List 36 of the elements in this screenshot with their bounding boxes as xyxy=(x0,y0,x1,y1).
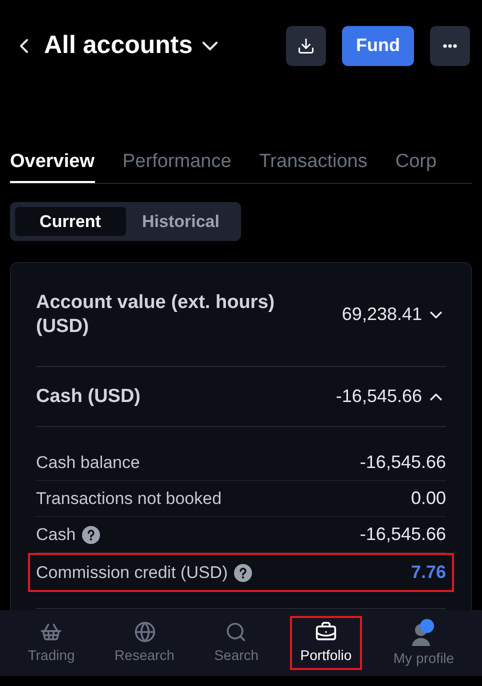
row-label: Cash balance xyxy=(36,452,140,474)
nav-item[interactable]: Search xyxy=(206,616,267,670)
fund-button[interactable]: Fund xyxy=(342,26,414,66)
more-icon xyxy=(443,44,457,48)
segment-tab[interactable]: Current xyxy=(15,207,126,236)
tab[interactable]: Corp xyxy=(395,148,437,183)
nav-item[interactable]: Portfolio xyxy=(290,616,362,670)
download-button[interactable] xyxy=(286,26,326,66)
nav-item[interactable]: Trading xyxy=(20,616,83,670)
summary-label: Cash (USD) xyxy=(36,384,142,408)
row-value: -16,545.66 xyxy=(360,451,446,474)
briefcase-icon xyxy=(314,620,337,642)
summary-label: Account value (ext. hours) (USD) xyxy=(36,290,276,338)
search-icon xyxy=(225,620,248,642)
row-value: -16,545.66 xyxy=(360,523,446,546)
download-icon xyxy=(297,36,315,54)
row-value: 0.00 xyxy=(410,487,446,510)
account-selector[interactable]: All accounts xyxy=(44,26,223,64)
profile-icon xyxy=(410,618,437,646)
globe-icon xyxy=(134,620,156,642)
more-button[interactable] xyxy=(430,26,470,66)
row-label: Cash xyxy=(36,524,76,546)
help-icon[interactable] xyxy=(82,526,100,544)
summary-value[interactable]: 69,238.41 xyxy=(342,301,446,328)
basket-icon xyxy=(40,620,62,642)
segment-tab[interactable]: Historical xyxy=(126,207,236,236)
nav-item[interactable]: Research xyxy=(106,616,182,670)
row-label: Commission credit (USD) xyxy=(36,562,228,584)
tab[interactable]: Overview xyxy=(10,148,94,183)
tab[interactable]: Performance xyxy=(122,148,232,183)
help-icon[interactable] xyxy=(234,564,252,582)
row-value: 7.76 xyxy=(410,561,446,584)
row-label: Transactions not booked xyxy=(36,488,222,510)
nav-item[interactable]: My profile xyxy=(385,616,462,670)
summary-value[interactable]: -16,545.66 xyxy=(336,383,446,410)
tab[interactable]: Transactions xyxy=(259,148,368,183)
